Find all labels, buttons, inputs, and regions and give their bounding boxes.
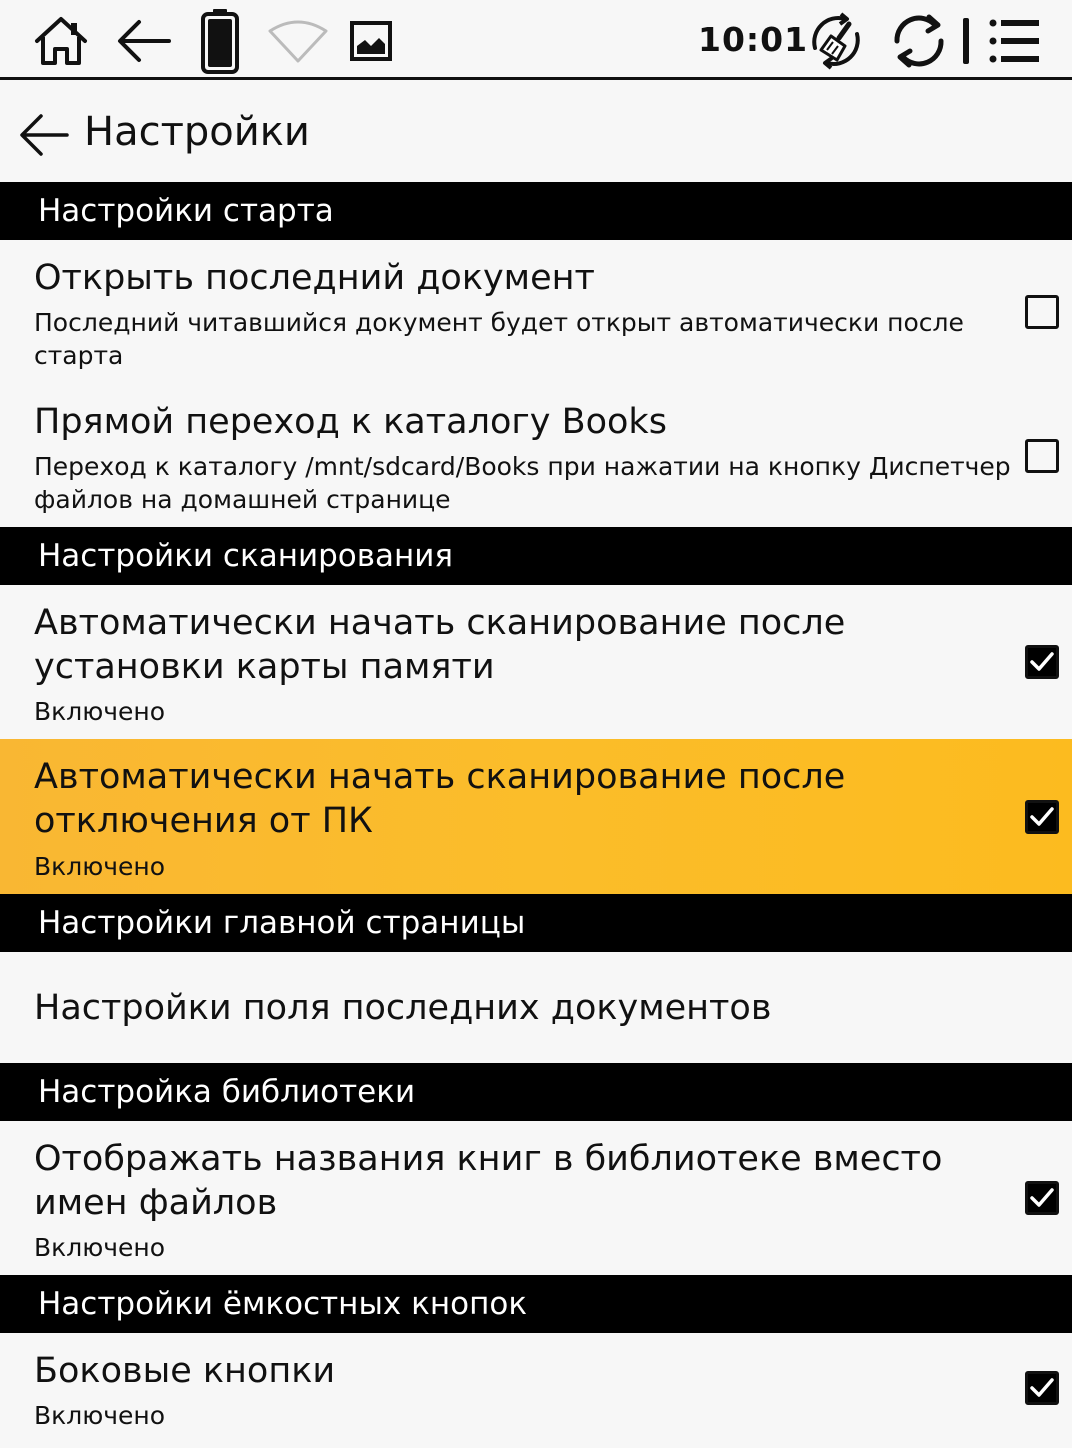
setting-side-buttons[interactable]: Боковые кнопки Включено [0,1333,1072,1448]
setting-subtitle: Включено [34,852,166,881]
clean-broom-icon[interactable] [804,8,868,74]
setting-title: Настройки поля последних документов [34,988,772,1028]
menu-icon[interactable] [986,8,1042,74]
setting-subtitle: Переход к каталогу /mnt/sdcard/Books при… [34,452,1011,514]
scan-after-pc-disconnect-checkbox[interactable] [1025,800,1059,834]
section-header-capacitive-buttons: Настройки ёмкостных кнопок [0,1275,1072,1333]
open-last-document-checkbox[interactable] [1025,295,1059,329]
back-button[interactable] [16,107,72,163]
section-header-library: Настройка библиотеки [0,1063,1072,1121]
show-book-titles-checkbox[interactable] [1025,1181,1059,1215]
setting-show-book-titles[interactable]: Отображать названия книг в библиотеке вм… [0,1121,1072,1275]
section-header-scanning: Настройки сканирования [0,527,1072,585]
setting-subtitle: Включено [34,1233,166,1262]
setting-scan-after-pc-disconnect[interactable]: Автоматически начать сканирование после … [0,739,1072,894]
checkmark-icon [1030,652,1054,671]
setting-open-last-document[interactable]: Открыть последний документ Последний чит… [0,240,1072,384]
wifi-icon[interactable] [266,8,330,74]
setting-title: Открыть последний документ [34,258,595,298]
section-header-home-page: Настройки главной страницы [0,894,1072,952]
page-title: Настройки [84,109,310,155]
status-bar: 10:01 [0,0,1072,80]
setting-subtitle: Последний читавшийся документ будет откр… [34,308,964,370]
sync-icon[interactable] [888,8,950,74]
checkmark-icon [1030,1378,1054,1397]
clock: 10:01 [698,20,809,59]
setting-title: Автоматически начать сканирование после … [34,603,846,687]
divider [960,8,972,74]
setting-subtitle: Включено [34,1401,166,1430]
direct-books-folder-checkbox[interactable] [1025,439,1059,473]
image-icon[interactable] [348,8,394,74]
checkmark-icon [1030,807,1054,826]
checkmark-icon [1030,1188,1054,1207]
battery-icon [198,8,242,74]
setting-subtitle: Включено [34,697,166,726]
back-arrow-icon [20,114,69,156]
scan-after-sd-card-checkbox[interactable] [1025,645,1059,679]
setting-direct-books-folder[interactable]: Прямой переход к каталогу Books Переход … [0,384,1072,527]
setting-title: Отображать названия книг в библиотеке вм… [34,1139,943,1223]
setting-title: Боковые кнопки [34,1351,336,1391]
home-icon[interactable] [30,8,92,74]
back-arrow-icon[interactable] [114,8,174,74]
side-buttons-checkbox[interactable] [1025,1371,1059,1405]
section-header-start: Настройки старта [0,182,1072,240]
title-bar: Настройки [0,83,1072,182]
setting-recent-documents-field[interactable]: Настройки поля последних документов [0,952,1072,1063]
setting-title: Автоматически начать сканирование после … [34,757,846,841]
setting-title: Прямой переход к каталогу Books [34,402,667,442]
setting-scan-after-sd-card[interactable]: Автоматически начать сканирование после … [0,585,1072,739]
